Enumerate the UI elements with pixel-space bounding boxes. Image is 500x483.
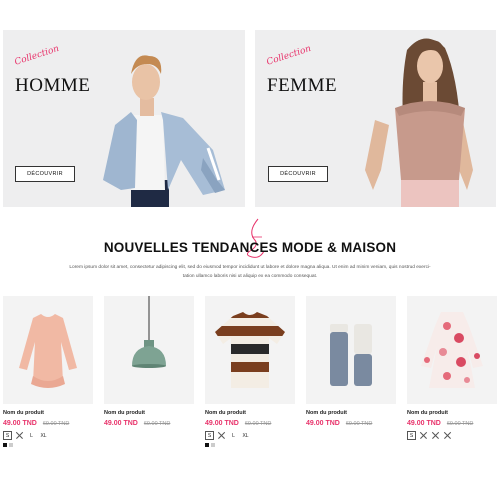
section-description-line: Lorem ipsum dolor sit amet, consectetur …: [69, 265, 431, 270]
banner-title-homme: HOMME: [15, 75, 91, 96]
product-card[interactable]: Nom du produit 49.00 TND 69.00 TND: [104, 296, 194, 427]
size-options: S: [407, 431, 497, 440]
color-swatches: [205, 443, 295, 447]
page: Collection HOMME DÉCOUVRIR Collection FE…: [0, 0, 500, 483]
size-option-l[interactable]: L: [27, 431, 36, 440]
size-option-s[interactable]: S: [3, 431, 12, 440]
size-option-l[interactable]: L: [229, 431, 238, 440]
product-card[interactable]: Nom du produit 49.00 TND 69.00 TND S L X…: [3, 296, 93, 447]
product-name[interactable]: Nom du produit: [3, 410, 93, 416]
striped-tshirt-icon: [215, 312, 285, 388]
product-price: 49.00 TND: [306, 420, 340, 427]
banner-title-femme: FEMME: [267, 75, 338, 96]
product-name[interactable]: Nom du produit: [306, 410, 396, 416]
product-prices: 49.00 TND 69.00 TND: [205, 420, 295, 427]
size-option-m-unavailable: [217, 431, 226, 440]
product-image[interactable]: [407, 296, 497, 404]
product-image[interactable]: [306, 296, 396, 404]
color-swatch-black[interactable]: [3, 443, 7, 447]
size-option-xl[interactable]: XL: [241, 431, 250, 440]
banner-femme[interactable]: Collection FEMME DÉCOUVRIR: [255, 30, 496, 207]
size-option-xl-unavailable: [443, 431, 452, 440]
product-old-price: 69.00 TND: [244, 421, 272, 427]
product-price: 49.00 TND: [407, 420, 441, 427]
product-prices: 49.00 TND 69.00 TND: [104, 420, 194, 427]
pendant-lamp-icon: [132, 296, 166, 368]
color-swatch-black[interactable]: [205, 443, 209, 447]
product-image[interactable]: [205, 296, 295, 404]
size-options: S L XL: [3, 431, 93, 440]
product-image[interactable]: [3, 296, 93, 404]
product-prices: 49.00 TND 69.00 TND: [407, 420, 497, 427]
discover-femme-button[interactable]: DÉCOUVRIR: [268, 166, 328, 182]
product-name[interactable]: Nom du produit: [407, 410, 497, 416]
product-prices: 49.00 TND 69.00 TND: [306, 420, 396, 427]
size-option-l-unavailable: [431, 431, 440, 440]
size-options: S L XL: [205, 431, 295, 440]
banner-homme[interactable]: Collection HOMME DÉCOUVRIR: [3, 30, 245, 207]
product-old-price: 69.00 TND: [345, 421, 373, 427]
product-card[interactable]: Nom du produit 49.00 TND 69.00 TND S: [407, 296, 497, 440]
product-card[interactable]: Nom du produit 49.00 TND 69.00 TND S L X…: [205, 296, 295, 447]
section-description: Lorem ipsum dolor sit amet, consectetur …: [48, 264, 452, 281]
color-swatch-grey[interactable]: [211, 443, 215, 447]
product-old-price: 69.00 TND: [42, 421, 70, 427]
product-old-price: 69.00 TND: [446, 421, 474, 427]
grinder-set-icon: [330, 324, 372, 386]
size-option-m-unavailable: [15, 431, 24, 440]
product-price: 49.00 TND: [104, 420, 138, 427]
product-price: 49.00 TND: [3, 420, 37, 427]
product-name[interactable]: Nom du produit: [205, 410, 295, 416]
product-name[interactable]: Nom du produit: [104, 410, 194, 416]
size-option-s[interactable]: S: [407, 431, 416, 440]
size-option-xl[interactable]: XL: [39, 431, 48, 440]
product-old-price: 69.00 TND: [143, 421, 171, 427]
size-option-m-unavailable: [419, 431, 428, 440]
section-description-line: tation ullamco laboris nisi ut aliquip e…: [182, 273, 318, 279]
color-swatch-grey[interactable]: [9, 443, 13, 447]
floral-dress-icon: [421, 312, 483, 388]
product-price: 49.00 TND: [205, 420, 239, 427]
product-card[interactable]: Nom du produit 49.00 TND 69.00 TND: [306, 296, 396, 427]
color-swatches: [3, 443, 93, 447]
product-prices: 49.00 TND 69.00 TND: [3, 420, 93, 427]
blouse-icon: [19, 314, 77, 388]
section-title: NOUVELLES TENDANCES MODE & MAISON: [103, 240, 397, 255]
discover-homme-button[interactable]: DÉCOUVRIR: [15, 166, 75, 182]
size-option-s[interactable]: S: [205, 431, 214, 440]
product-image[interactable]: [104, 296, 194, 404]
